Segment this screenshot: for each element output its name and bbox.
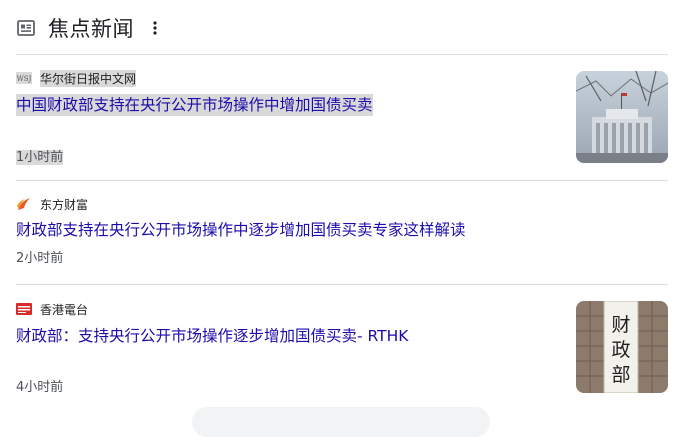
divider: [16, 54, 668, 55]
divider: [16, 284, 668, 285]
news-item[interactable]: 东方财富 财政部支持在央行公开市场操作中逐步增加国债买卖专家这样解读 2小时前: [16, 195, 668, 275]
news-source: 东方财富: [16, 195, 668, 213]
more-news-button[interactable]: [192, 407, 490, 437]
news-thumbnail[interactable]: 财 政 部: [576, 301, 668, 393]
source-name: 香港電台: [40, 302, 89, 317]
timestamp: 4小时前: [16, 380, 64, 395]
svg-text:政: 政: [611, 339, 630, 361]
news-source: WSJ 华尔街日报中文网: [16, 69, 668, 87]
headline-link[interactable]: 财政部支持在央行公开市场操作中逐步增加国债买卖专家这样解读: [16, 219, 466, 241]
section-title: 焦点新闻: [48, 17, 134, 41]
svg-text:财: 财: [611, 314, 630, 336]
svg-text:部: 部: [611, 364, 630, 386]
headline-link[interactable]: 中国财政部支持在央行公开市场操作中增加国债买卖: [16, 94, 373, 116]
source-name: 东方财富: [40, 197, 89, 212]
timestamp: 1小时前: [16, 150, 64, 165]
headline-link[interactable]: 财政部：支持央行公开市场操作逐步增加国债买卖- RTHK: [16, 325, 408, 347]
divider: [16, 180, 668, 181]
news-source: 香港電台: [16, 300, 668, 318]
more-vert-icon[interactable]: [146, 16, 164, 40]
timestamp: 2小时前: [16, 251, 64, 266]
newspaper-icon: [16, 18, 36, 38]
wsj-logo: WSJ: [16, 70, 32, 86]
news-thumbnail[interactable]: [576, 71, 668, 163]
top-stories-header: 焦点新闻: [16, 12, 668, 44]
rthk-logo: [16, 301, 32, 317]
source-name: 华尔街日报中文网: [40, 69, 137, 87]
news-item[interactable]: WSJ 华尔街日报中文网 中国财政部支持在央行公开市场操作中增加国债买卖 1小时…: [16, 69, 668, 169]
svg-text:WSJ: WSJ: [17, 75, 32, 83]
eastmoney-logo: [16, 196, 32, 212]
news-item[interactable]: 香港電台 财政部：支持央行公开市场操作逐步增加国债买卖- RTHK 4小时前 财…: [16, 300, 668, 400]
